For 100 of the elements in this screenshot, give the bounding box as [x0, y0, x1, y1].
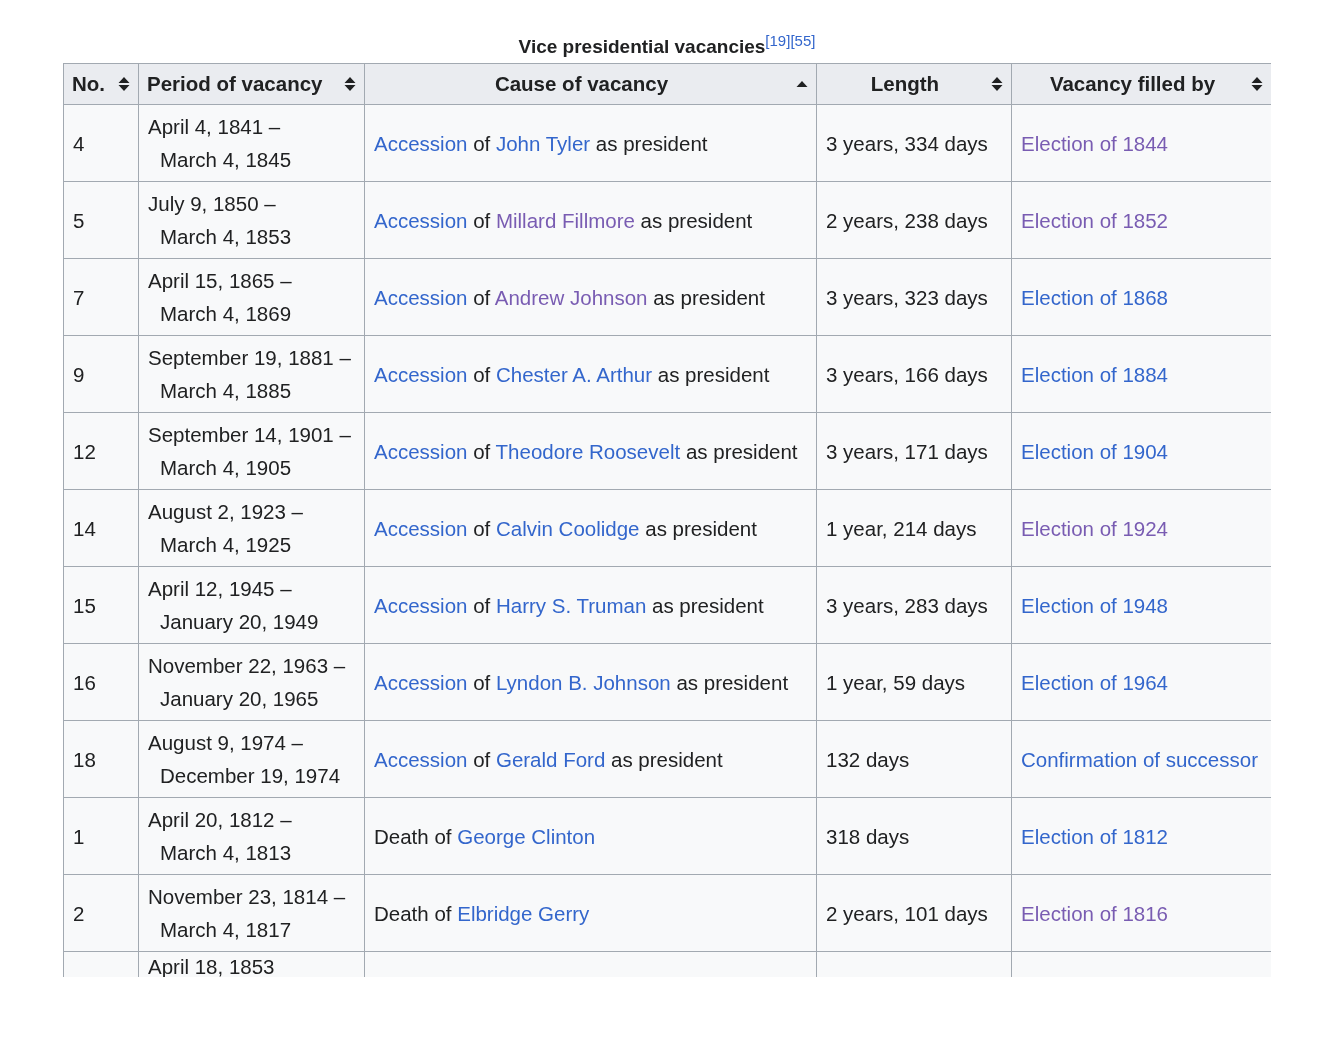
- cause-text: of: [472, 362, 492, 386]
- cause-text: as president: [594, 131, 708, 155]
- length-cell: 2 years, 238 days: [816, 181, 1012, 259]
- article-link[interactable]: Accession: [374, 593, 468, 617]
- period-start-text: November 23, 1814 –: [148, 884, 347, 910]
- election-link[interactable]: Election of 1884: [1021, 362, 1169, 386]
- column-header[interactable]: Length: [816, 63, 1012, 105]
- period-start-text: August 9, 1974 –: [148, 730, 304, 756]
- number-cell: 2: [63, 874, 139, 952]
- column-header[interactable]: Vacancy filled by: [1011, 63, 1271, 105]
- article-link[interactable]: Millard Fillmore: [495, 208, 635, 232]
- article-link[interactable]: Lyndon B. Johnson: [495, 670, 671, 694]
- cause-text: as president: [684, 439, 798, 463]
- number-cell: 5: [63, 181, 139, 259]
- article-link[interactable]: Accession: [374, 516, 468, 540]
- cause-text: of: [472, 439, 492, 463]
- number-cell: 14: [63, 489, 139, 567]
- election-link[interactable]: Election of 1964: [1021, 670, 1169, 694]
- article-link[interactable]: John Tyler: [495, 131, 591, 155]
- period-end-text: March 4, 1905: [159, 455, 293, 481]
- period-end-text: March 4, 1869: [159, 301, 293, 327]
- reference-link[interactable]: [19]: [765, 31, 791, 49]
- table-caption: Vice presidential vacancies: [518, 36, 766, 57]
- article-link[interactable]: Calvin Coolidge: [495, 516, 640, 540]
- length-cell: 1 year, 59 days: [816, 643, 1012, 721]
- column-header[interactable]: No.: [63, 63, 139, 105]
- article-link[interactable]: Accession: [374, 747, 468, 771]
- sort-arrows-icon[interactable]: [118, 76, 130, 92]
- election-link[interactable]: Election of 1904: [1021, 439, 1169, 463]
- length-cell: 3 years, 171 days: [816, 412, 1012, 490]
- number-cell: 18: [63, 720, 139, 798]
- period-start-text: April 20, 1812 –: [148, 807, 293, 833]
- sort-arrows-icon[interactable]: [344, 76, 356, 92]
- article-link[interactable]: Accession: [374, 439, 468, 463]
- period-end-text: March 4, 1817: [159, 917, 293, 943]
- period-end-text: March 4, 1845: [159, 147, 293, 173]
- reference-link[interactable]: [55]: [790, 31, 816, 49]
- cause-text: of: [472, 208, 492, 232]
- length-cell: 132 days: [816, 720, 1012, 798]
- article-link[interactable]: Chester A. Arthur: [495, 362, 653, 386]
- cause-text: as president: [652, 285, 765, 309]
- sort-arrows-icon[interactable]: [991, 76, 1003, 92]
- period-start-text: November 22, 1963 –: [148, 653, 347, 679]
- period-start-text: April 15, 1865 –: [148, 268, 293, 294]
- number-cell: 7: [63, 258, 139, 336]
- period-start-text: April 4, 1841 –: [148, 114, 282, 140]
- period-end-text: January 20, 1949: [159, 609, 320, 635]
- cause-text: Death of: [374, 901, 453, 925]
- length-cell: 3 years, 323 days: [816, 258, 1012, 336]
- election-link[interactable]: Election of 1852: [1021, 208, 1169, 232]
- cause-text: as president: [644, 516, 757, 540]
- period-start-text: April 12, 1945 –: [148, 576, 293, 602]
- cause-text: of: [472, 593, 492, 617]
- election-link[interactable]: Election of 1924: [1021, 516, 1169, 540]
- period-start-text: July 9, 1850 –: [148, 191, 277, 217]
- cause-text: of: [472, 131, 492, 155]
- cause-text: Death of: [374, 824, 453, 848]
- period-end-text: March 4, 1853: [159, 224, 293, 250]
- election-link[interactable]: Election of 1868: [1021, 285, 1169, 309]
- number-cell: 12: [63, 412, 139, 490]
- sort-arrows-icon[interactable]: [1251, 76, 1263, 92]
- article-link[interactable]: Accession: [374, 670, 468, 694]
- election-link[interactable]: Election of 1812: [1021, 824, 1169, 848]
- article-link[interactable]: Andrew Johnson: [494, 285, 648, 309]
- article-link[interactable]: Accession: [374, 362, 468, 386]
- article-link[interactable]: Theodore Roosevelt: [495, 439, 681, 463]
- number-cell: 9: [63, 335, 139, 413]
- article-link[interactable]: Elbridge Gerry: [457, 901, 590, 925]
- period-end-text: March 4, 1885: [159, 378, 293, 404]
- length-cell: 1 year, 214 days: [816, 489, 1012, 567]
- number-cell: 4: [63, 104, 139, 182]
- period-end-text: March 4, 1813: [159, 840, 293, 866]
- period-end-text: January 20, 1965: [159, 686, 320, 712]
- length-cell: 318 days: [816, 797, 1012, 875]
- article-link[interactable]: Accession: [374, 285, 468, 309]
- period-end-text: March 4, 1925: [159, 532, 293, 558]
- length-cell: 3 years, 283 days: [816, 566, 1012, 644]
- cause-text: of: [472, 670, 492, 694]
- length-cell: 3 years, 334 days: [816, 104, 1012, 182]
- cause-text: as president: [651, 593, 764, 617]
- cause-text: as president: [675, 670, 789, 694]
- column-header[interactable]: Period of vacancy: [138, 63, 365, 105]
- cause-text: as president: [610, 747, 723, 771]
- article-link[interactable]: Accession: [374, 131, 468, 155]
- period-start-text: September 19, 1881 –: [148, 345, 352, 371]
- length-cell: 3 years, 166 days: [816, 335, 1012, 413]
- article-link[interactable]: Accession: [374, 208, 468, 232]
- period-start-text: August 2, 1923 –: [148, 499, 304, 525]
- article-link[interactable]: George Clinton: [457, 824, 596, 848]
- column-header[interactable]: Cause of vacancy: [364, 63, 817, 105]
- article-link[interactable]: Gerald Ford: [495, 747, 606, 771]
- election-link[interactable]: Election of 1844: [1021, 131, 1169, 155]
- cause-text: of: [472, 285, 492, 309]
- cause-text: as president: [656, 362, 770, 386]
- period-start-text: September 14, 1901 –: [148, 422, 352, 448]
- article-link[interactable]: Harry S. Truman: [495, 593, 647, 617]
- election-link[interactable]: Election of 1948: [1021, 593, 1169, 617]
- cause-text: of: [472, 747, 492, 771]
- cause-text: as president: [639, 208, 753, 232]
- election-link[interactable]: Election of 1816: [1021, 901, 1169, 925]
